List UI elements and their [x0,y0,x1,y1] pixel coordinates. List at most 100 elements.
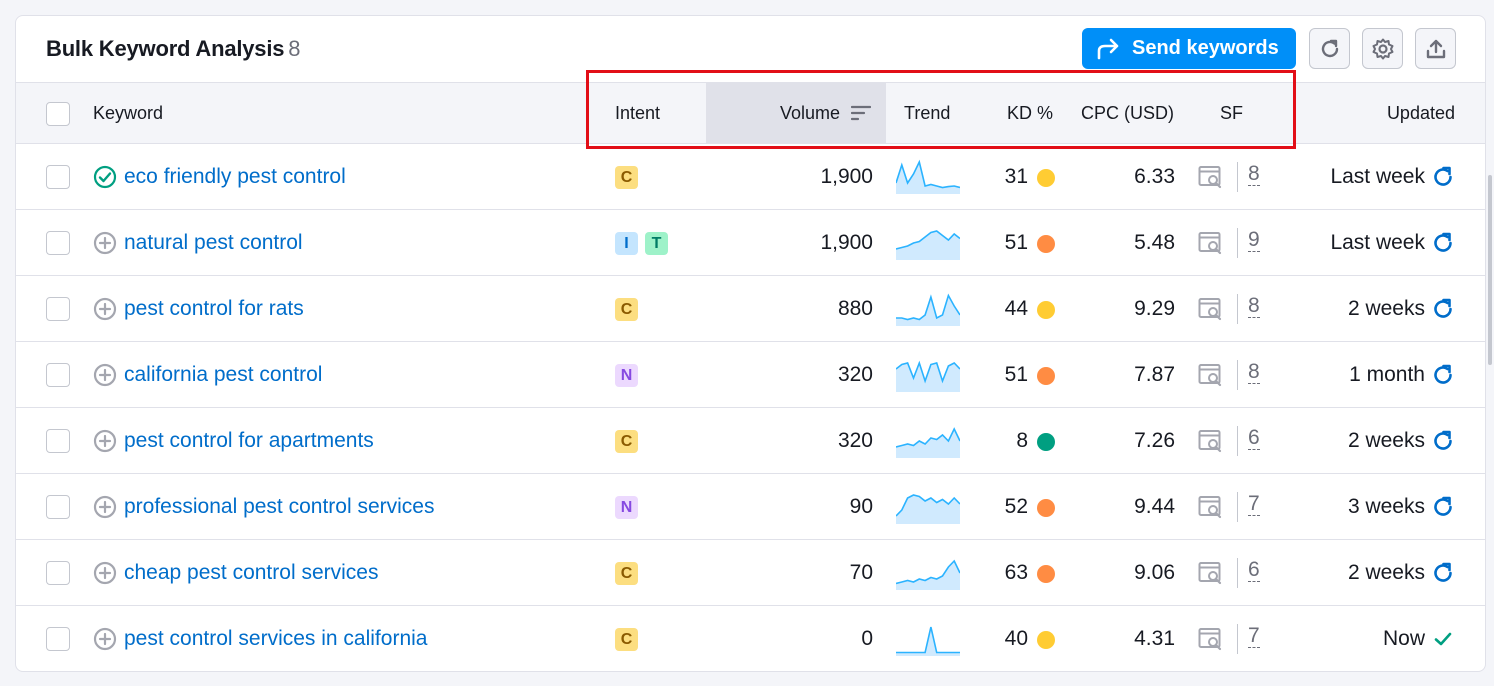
sf-count[interactable]: 8 [1248,276,1260,342]
serp-features-icon[interactable] [1198,165,1224,189]
updated-text: 1 month [1349,363,1425,386]
keyword-link[interactable]: eco friendly pest control [124,144,346,210]
trend-sparkline [896,559,960,590]
sf-count[interactable]: 7 [1248,474,1260,540]
keyword-link[interactable]: california pest control [124,342,322,408]
serp-features-icon[interactable] [1198,297,1224,321]
trend-sparkline [896,159,960,194]
plus-circle-icon[interactable] [93,231,117,255]
kd-difficulty-dot [1037,235,1055,253]
serp-features-icon[interactable] [1198,561,1224,585]
plus-circle-icon[interactable] [93,363,117,387]
volume-value: 1,900 [820,231,873,254]
kd-value: 40 [1004,627,1028,650]
row-checkbox[interactable] [46,627,70,651]
keyword-link[interactable]: pest control for rats [124,276,304,342]
cpc-value: 7.87 [1134,363,1175,386]
updated-text: Last week [1330,231,1425,254]
keyword-link[interactable]: professional pest control services [124,474,434,540]
table-row: pest control for rats C 880 44 9.29 8 2 weeks [16,276,1485,342]
cpc-value: 5.48 [1134,231,1175,254]
intent-badge: T [645,232,668,255]
keyword-link[interactable]: pest control for apartments [124,408,374,474]
serp-features-icon[interactable] [1198,363,1224,387]
row-checkbox[interactable] [46,429,70,453]
refresh-icon[interactable] [1431,231,1455,255]
plus-circle-icon[interactable] [93,561,117,585]
plus-circle-icon[interactable] [93,495,117,519]
intent-badge: C [615,298,638,321]
serp-features-icon[interactable] [1198,231,1224,255]
sf-count[interactable]: 6 [1248,408,1260,474]
refresh-icon [1321,39,1338,57]
row-checkbox[interactable] [46,363,70,387]
column-keyword[interactable]: Keyword [93,83,163,143]
volume-value: 880 [837,297,873,320]
row-checkbox[interactable] [46,297,70,321]
refresh-button[interactable] [1309,28,1350,69]
sf-count[interactable]: 9 [1248,210,1260,276]
volume-value: 320 [837,363,873,386]
share-arrow-icon [1097,38,1119,59]
sf-count[interactable]: 8 [1248,144,1260,210]
refresh-icon[interactable] [1431,429,1455,453]
kd-difficulty-dot [1037,169,1055,187]
updated-text: Last week [1330,165,1425,188]
trend-sparkline [896,427,960,458]
trend-sparkline [896,230,960,260]
sf-count[interactable]: 8 [1248,342,1260,408]
sf-count[interactable]: 6 [1248,540,1260,606]
row-checkbox[interactable] [46,495,70,519]
sf-divider [1237,558,1238,588]
export-button[interactable] [1415,28,1456,69]
keyword-link[interactable]: pest control services in california [124,606,427,671]
keyword-link[interactable]: natural pest control [124,210,303,276]
table-row: professional pest control services N 90 52 9… [16,474,1485,540]
row-checkbox[interactable] [46,165,70,189]
updated-text: 3 weeks [1347,495,1425,518]
kd-value: 8 [1016,429,1028,452]
row-checkbox[interactable] [46,231,70,255]
intent-badge: C [615,166,638,189]
send-keywords-button[interactable]: Send keywords [1082,28,1296,69]
updated-text: 2 weeks [1347,429,1425,452]
cpc-value: 7.26 [1134,429,1175,452]
plus-circle-icon[interactable] [93,429,117,453]
updated-text: 2 weeks [1347,297,1425,320]
upload-icon [1426,39,1445,58]
refresh-icon[interactable] [1431,297,1455,321]
table-row: pest control for apartments C 320 8 7.26 6 2 w… [16,408,1485,474]
intent-badge: N [615,496,638,519]
check-circle-icon[interactable] [93,165,117,189]
refresh-icon[interactable] [1431,165,1455,189]
scrollbar[interactable] [1488,175,1492,365]
refresh-icon[interactable] [1431,495,1455,519]
check-icon [1434,632,1452,646]
plus-circle-icon[interactable] [93,627,117,651]
table-row: cheap pest control services C 70 63 9.06 6 2 w… [16,540,1485,606]
cpc-value: 9.29 [1134,297,1175,320]
serp-features-icon[interactable] [1198,495,1224,519]
kd-difficulty-dot [1037,631,1055,649]
plus-circle-icon[interactable] [93,297,117,321]
sf-count[interactable]: 7 [1248,606,1260,671]
intent-badge: C [615,628,638,651]
serp-features-icon[interactable] [1198,429,1224,453]
refresh-icon[interactable] [1431,561,1455,585]
column-updated[interactable]: Updated [1387,83,1455,143]
keyword-link[interactable]: cheap pest control services [124,540,378,606]
refresh-icon[interactable] [1431,363,1455,387]
volume-value: 1,900 [820,165,873,188]
select-all-checkbox[interactable] [46,102,70,126]
sf-divider [1237,228,1238,258]
kd-difficulty-dot [1037,301,1055,319]
table-row: eco friendly pest control C 1,900 31 6.33 8 La… [16,144,1485,210]
settings-button[interactable] [1362,28,1403,69]
intent-badge: I [615,232,638,255]
trend-sparkline [896,293,960,326]
highlight-box [586,70,1296,149]
sf-divider [1237,162,1238,192]
serp-features-icon[interactable] [1198,627,1224,651]
sf-divider [1237,426,1238,456]
row-checkbox[interactable] [46,561,70,585]
